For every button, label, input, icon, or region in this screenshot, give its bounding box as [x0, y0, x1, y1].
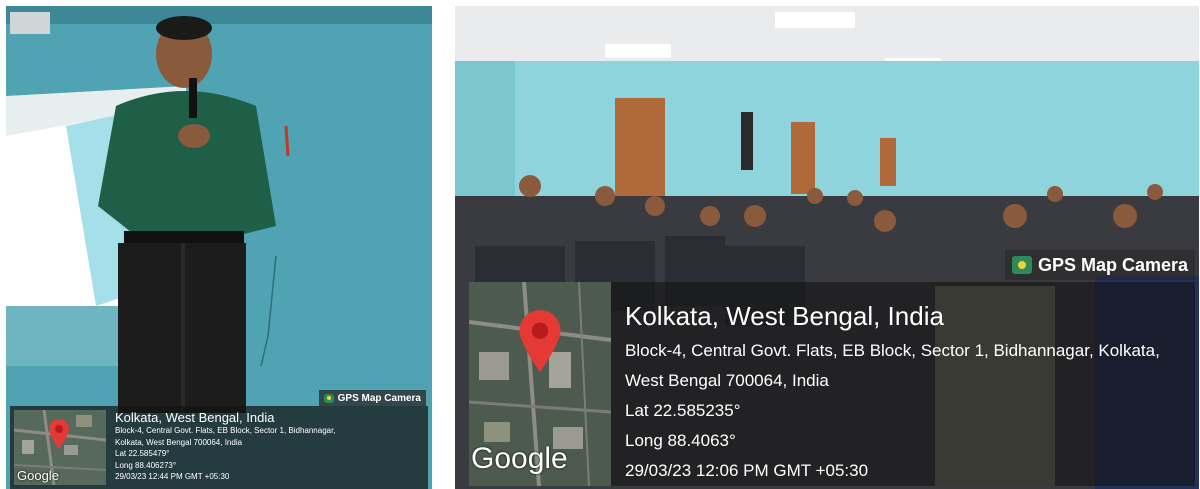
map-pin-icon: [519, 310, 561, 372]
location-details: Kolkata, West Bengal, India Block-4, Cen…: [106, 410, 336, 485]
latitude: Lat 22.585235°: [625, 401, 741, 420]
city-title: Kolkata, West Bengal, India: [115, 410, 275, 425]
city-title: Kolkata, West Bengal, India: [625, 301, 944, 331]
address-line-1: Block-4, Central Govt. Flats, EB Block, …: [115, 426, 336, 435]
camera-icon: [1011, 256, 1032, 274]
camera-icon: [323, 393, 334, 403]
map-pin-icon: [49, 419, 69, 449]
address-line-1: Block-4, Central Govt. Flats, EB Block, …: [625, 341, 1160, 360]
location-details: Kolkata, West Bengal, India Block-4, Cen…: [611, 282, 1160, 486]
map-thumbnail: Google: [469, 282, 611, 486]
gps-map-camera-badge: GPS Map Camera: [1004, 250, 1195, 280]
location-info-panel: Google Kolkata, West Bengal, India Block…: [469, 282, 1195, 486]
google-logo: Google: [17, 468, 59, 483]
address-line-2: Kolkata, West Bengal 700064, India: [115, 437, 243, 447]
timestamp: 29/03/23 12:06 PM GMT +05:30: [625, 461, 869, 480]
badge-label: GPS Map Camera: [1037, 254, 1188, 275]
photo-audience: GPS Map Camera Google Kolkata, West Beng…: [455, 6, 1199, 489]
latitude: Lat 22.585479°: [115, 449, 170, 458]
longitude: Long 88.406273°: [115, 460, 177, 470]
timestamp: 29/03/23 12:44 PM GMT +05:30: [115, 472, 230, 481]
map-thumbnail: Google: [14, 410, 106, 485]
address-line-2: West Bengal 700064, India: [625, 371, 829, 390]
badge-label: GPS Map Camera: [337, 392, 421, 404]
gps-map-camera-badge: GPS Map Camera: [318, 390, 426, 406]
google-logo: Google: [471, 442, 568, 475]
photo-speaker: GPS Map Camera Google Kolkata, West Beng…: [6, 6, 432, 489]
location-info-panel: Google Kolkata, West Bengal, India Block…: [10, 406, 428, 489]
longitude: Long 88.4063°: [625, 431, 736, 450]
